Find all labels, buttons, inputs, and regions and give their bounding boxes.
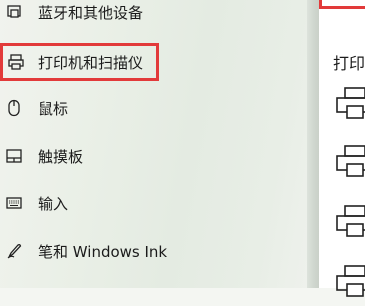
sidebar-item-label: 触摸板 (38, 147, 84, 166)
sidebar-item-label: 笔和 Windows Ink (38, 242, 168, 261)
printer-device-tile[interactable] (334, 202, 365, 242)
printer-icon (7, 53, 25, 71)
bluetooth-devices-icon (5, 3, 23, 21)
highlight-box (319, 0, 365, 9)
printer-icon (336, 205, 365, 237)
keyboard-icon (5, 194, 23, 212)
sidebar-item-bluetooth[interactable]: 蓝牙和其他设备 (0, 0, 300, 34)
printer-icon (336, 87, 365, 119)
sidebar-item-label: 输入 (38, 194, 69, 213)
sidebar-item-touchpad[interactable]: 触摸板 (0, 134, 300, 178)
printer-device-tile[interactable] (334, 142, 365, 182)
pane-divider (307, 0, 319, 288)
sidebar-item-label: 鼠标 (38, 99, 69, 118)
pen-icon (5, 242, 23, 260)
page-title: 打印 (333, 54, 365, 73)
sidebar-item-label: 蓝牙和其他设备 (38, 3, 144, 22)
touchpad-icon (5, 147, 23, 165)
mouse-icon (5, 99, 23, 117)
printer-icon (336, 145, 365, 177)
sidebar-item-mouse[interactable]: 鼠标 (0, 86, 300, 130)
sidebar-item-label: 打印机和扫描仪 (38, 53, 144, 72)
printer-device-tile[interactable] (334, 262, 365, 302)
sidebar-item-pen[interactable]: 笔和 Windows Ink (0, 229, 300, 273)
sidebar-item-typing[interactable]: 输入 (0, 181, 300, 225)
printer-icon (336, 265, 365, 297)
printer-device-tile[interactable] (334, 84, 365, 124)
sidebar-item-printers[interactable]: 打印机和扫描仪 (0, 43, 159, 81)
